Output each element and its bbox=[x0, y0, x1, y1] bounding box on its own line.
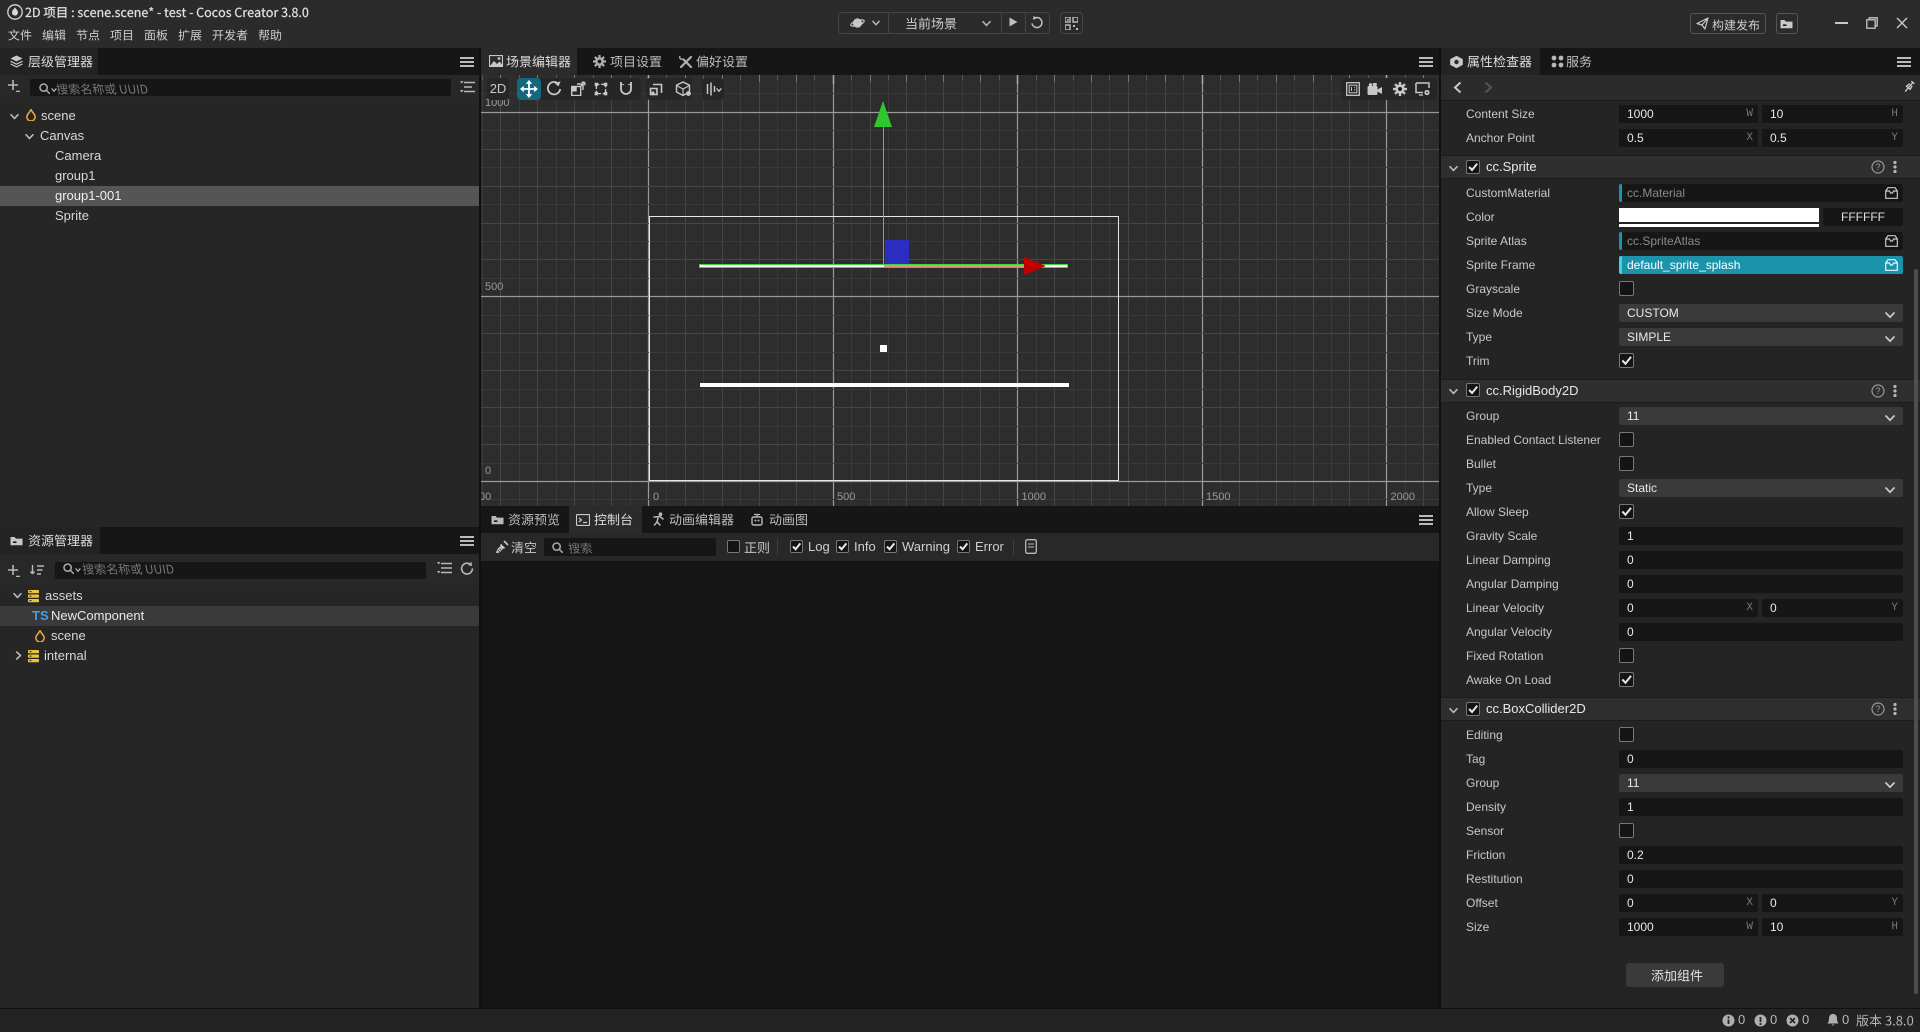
svg-text:?: ? bbox=[1875, 386, 1880, 396]
svg-text:?: ? bbox=[1875, 704, 1880, 714]
svg-text:?: ? bbox=[1875, 162, 1880, 172]
